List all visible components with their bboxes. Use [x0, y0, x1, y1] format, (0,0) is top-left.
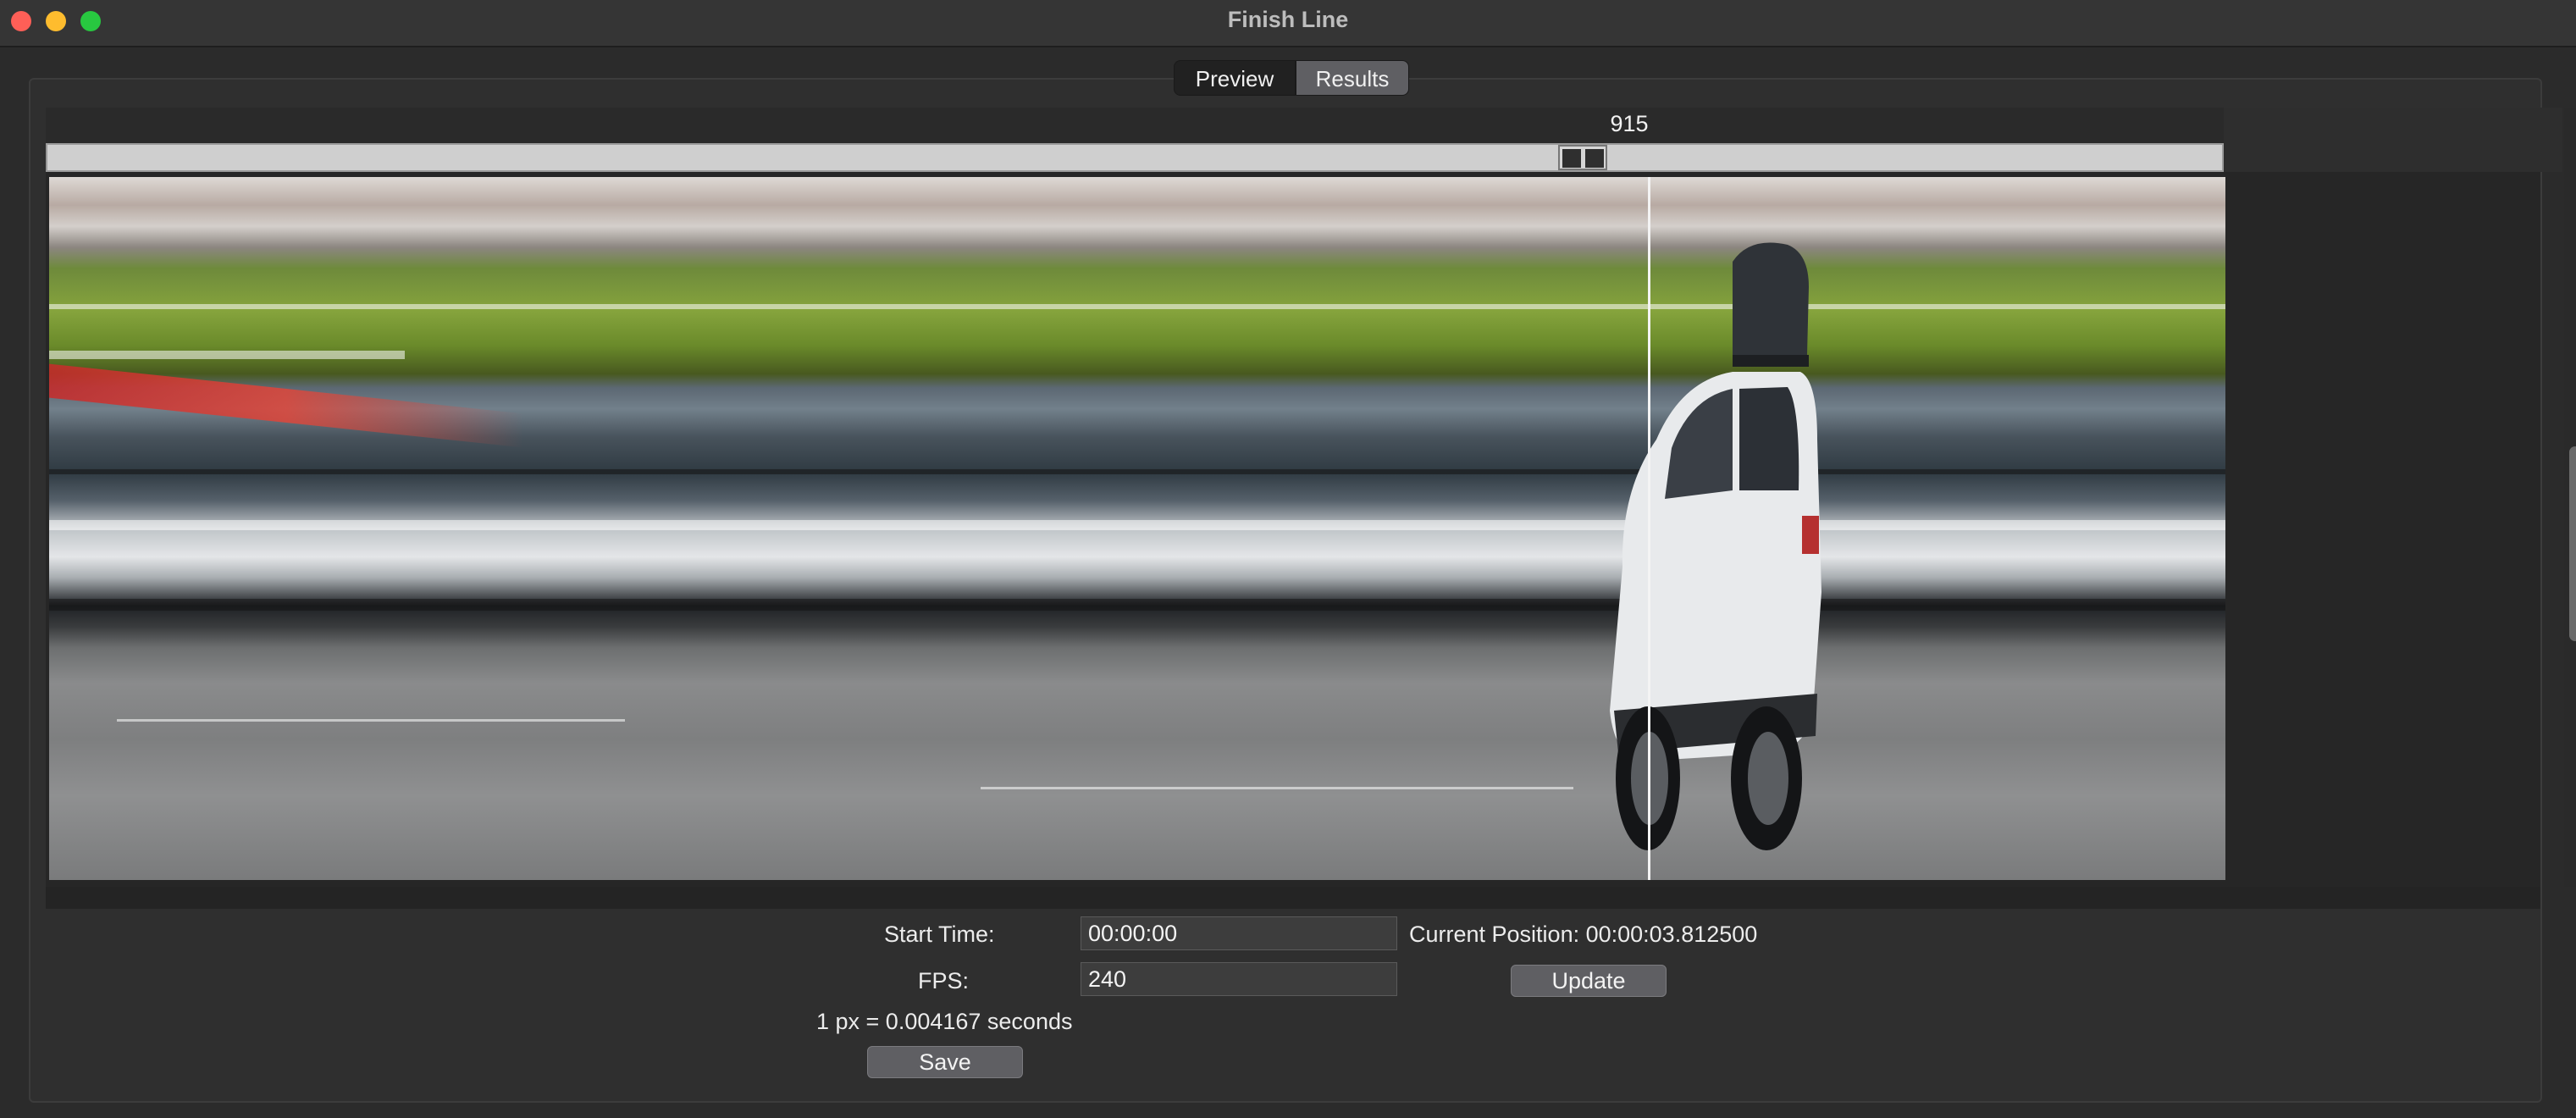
title-bar: Finish Line — [0, 0, 2576, 47]
motion-streak — [49, 304, 2225, 309]
motion-streak — [49, 520, 2225, 530]
motion-streak — [49, 351, 405, 359]
frame-slider-track[interactable] — [46, 143, 2224, 172]
results-scroll-area[interactable]: 915 — [46, 108, 2576, 909]
window-title: Finish Line — [1227, 7, 1349, 32]
handle-grip-right — [1585, 149, 1604, 168]
tab-results[interactable]: Results — [1296, 60, 1409, 96]
photo-finish-image[interactable] — [49, 177, 2225, 880]
suv-window — [1739, 387, 1799, 490]
ruler-filler — [2224, 108, 2562, 172]
vertical-scrollbar[interactable] — [2564, 108, 2576, 887]
px-per-second-info: 1 px = 0.004167 seconds — [816, 1009, 1073, 1034]
red-car-streak — [49, 363, 523, 448]
tail-light — [1802, 516, 1819, 554]
white-suv-image — [1610, 242, 1821, 850]
fps-input[interactable] — [1081, 962, 1397, 996]
handle-grip-left — [1562, 149, 1581, 168]
rear-rim — [1748, 732, 1788, 825]
horizontal-scrollbar[interactable] — [46, 887, 2540, 909]
current-position-label: Current Position: 00:00:03.812500 — [1409, 922, 1758, 947]
frame-slider-handle[interactable] — [1558, 145, 1607, 170]
motion-streak — [49, 469, 2225, 474]
tab-bar: Preview Results — [1174, 60, 1409, 96]
vertical-scrollbar-thumb[interactable] — [2569, 446, 2576, 641]
motion-streak — [49, 599, 2225, 611]
frame-number-label: 915 — [1610, 111, 1649, 136]
motion-streak — [981, 787, 1573, 789]
motion-streak — [117, 719, 625, 722]
roof-box — [1733, 242, 1809, 363]
fps-label: FPS: — [918, 968, 970, 993]
tab-preview[interactable]: Preview — [1174, 60, 1296, 96]
update-button[interactable]: Update — [1511, 965, 1667, 997]
start-time-label: Start Time: — [884, 922, 995, 947]
save-button[interactable]: Save — [867, 1046, 1023, 1078]
start-time-input[interactable] — [1081, 916, 1397, 950]
roof-rack — [1733, 355, 1809, 367]
finish-line-marker[interactable] — [1648, 177, 1650, 880]
